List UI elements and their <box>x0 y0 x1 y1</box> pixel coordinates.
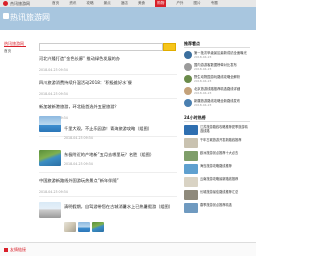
article-thumbnail[interactable] <box>92 222 104 232</box>
brand[interactable]: 杰讯旅游网 <box>3 0 30 7</box>
divider <box>184 121 250 122</box>
sidebar-item-date: 2018-04-23 <box>194 55 212 59</box>
list-item[interactable]: 中国旅游新路线外国游玩热景点”新年伴随” 2018-04-23 09:34 <box>39 178 177 194</box>
sidebar-thumbnail <box>184 164 198 174</box>
sidebar-thumbnail <box>184 51 192 59</box>
sidebar-item-date: 2018-04-23 <box>194 91 212 95</box>
sidebar-item-title[interactable]: 云南旅游攻略最新路线推荐 <box>200 177 250 181</box>
divider <box>39 74 177 75</box>
nav-item[interactable]: 首页 <box>52 1 59 6</box>
sidebar-thumbnail <box>184 75 192 83</box>
search-input[interactable] <box>39 43 163 51</box>
sidebar-item-title[interactable]: 千年古城旅游开发新路线推荐 <box>200 138 250 142</box>
article-date: 2018-04-23 09:34 <box>39 68 68 72</box>
sidebar-thumbnail <box>184 177 198 187</box>
sidebar-thumbnail <box>184 125 198 135</box>
sidebar-item-date: 2018-04-23 <box>194 67 212 71</box>
nav-item[interactable]: 景点 <box>104 1 111 6</box>
sidebar-thumbnail <box>184 138 198 148</box>
article-title[interactable]: 千里大观，不止乐园游！青海旅游攻略（组图） <box>64 126 176 132</box>
sidebar-thumbnail <box>184 87 192 95</box>
nav-item[interactable]: 美食 <box>138 1 145 6</box>
article-title[interactable]: 东极附近的产地新”五月去哪里玩？名胜（组图） <box>64 152 176 158</box>
article-date: 2018-04-23 09:34 <box>64 162 93 166</box>
sidebar-thumbnail <box>184 99 192 107</box>
divider <box>39 196 177 197</box>
footer-links-title[interactable]: 友情链接 <box>10 247 26 253</box>
article-title[interactable]: 清明假期，自驾游带您在古城消暑水上已热暑假游（组图） <box>64 204 176 210</box>
nav-item[interactable]: 资讯 <box>69 1 76 6</box>
footer: 友情链接 <box>0 242 256 256</box>
nav-item[interactable]: 攻略 <box>86 1 93 6</box>
article-thumbnail[interactable] <box>39 116 61 132</box>
article-title[interactable]: 四川旅游消费持续升温活动2018：‘积极维好水’餐 <box>39 80 177 86</box>
footer-marker-icon <box>4 248 8 252</box>
sidebar-thumbnail <box>184 203 198 213</box>
sidebar-thumbnail <box>184 63 192 71</box>
sidebar-item-title[interactable]: 长城旅游最佳路线推荐汇总 <box>200 190 250 194</box>
article-thumbnail[interactable] <box>78 222 90 232</box>
list-item[interactable]: 四川旅游消费持续升温活动2018：‘积极维好水’餐 2018-04-23 09:… <box>39 80 177 96</box>
brand-logo-icon <box>3 1 8 6</box>
sidebar-thumbnail <box>184 151 198 161</box>
sidebar-item-date: 2018-04-23 <box>194 79 212 83</box>
article-thumbnail[interactable] <box>64 222 76 232</box>
nav-item[interactable]: 酒店 <box>121 1 128 6</box>
divider <box>39 98 177 99</box>
top-nav-bar: 杰讯旅游网 首页 资讯 攻略 景点 酒店 美食 购物 户外 图片 专题 <box>0 0 256 7</box>
left-column-rule <box>4 46 26 47</box>
nav-links: 首页 资讯 攻略 景点 酒店 美食 购物 户外 图片 专题 <box>52 0 218 7</box>
left-column: 热讯旅游网 首页 <box>4 41 32 54</box>
nav-item[interactable]: 专题 <box>211 1 218 6</box>
right-sidebar: 推荐看点 第一批次甲级景区最新成绩全面曝光 2018-04-23 国内游游客数据榜… <box>184 41 250 213</box>
sidebar-item-title[interactable]: 春季旅游景点推荐精选 <box>200 203 250 207</box>
article-title[interactable]: 新加坡新港旅游，环北极首选外五星旅游？ <box>39 104 177 110</box>
site-logo-icon <box>3 13 9 19</box>
sidebar-item-title[interactable]: 欧洲旅游景点推荐十大必去 <box>200 151 250 155</box>
article-date: 2018-04-23 09:34 <box>39 190 68 194</box>
article-thumbnail[interactable] <box>39 202 61 218</box>
sidebar-item-date: 2018-04-23 <box>194 103 212 107</box>
nav-item[interactable]: 购物 <box>155 0 167 7</box>
brand-text: 杰讯旅游网 <box>10 0 30 6</box>
article-title[interactable]: 河北兴隆打造“金色长廊” 推动绿色发展的办 <box>39 56 177 62</box>
article-date: 2018-04-23 09:34 <box>39 92 68 96</box>
nav-item[interactable]: 图片 <box>194 1 201 6</box>
article-title[interactable]: 中国旅游新路线外国游玩热景点”新年伴随” <box>39 178 177 184</box>
sidebar-item-title[interactable]: 江苏旅游路线攻略推荐夏季旅游精选线路 <box>200 125 250 133</box>
search-button[interactable] <box>163 43 176 51</box>
nav-item[interactable]: 户外 <box>176 1 183 6</box>
site-title[interactable]: 热讯旅游网 <box>10 12 50 23</box>
divider <box>39 172 177 173</box>
article-thumbnail[interactable] <box>39 150 61 166</box>
sidebar-thumbnail <box>184 190 198 200</box>
article-date: 2018-04-23 09:34 <box>64 136 93 140</box>
list-item[interactable]: 河北兴隆打造“金色长廊” 推动绿色发展的办 2018-04-23 09:34 <box>39 56 177 72</box>
sidebar-item-title[interactable]: 海岛旅游攻略路线推荐 <box>200 164 250 168</box>
divider <box>184 47 250 48</box>
left-column-home-link[interactable]: 首页 <box>4 49 32 54</box>
